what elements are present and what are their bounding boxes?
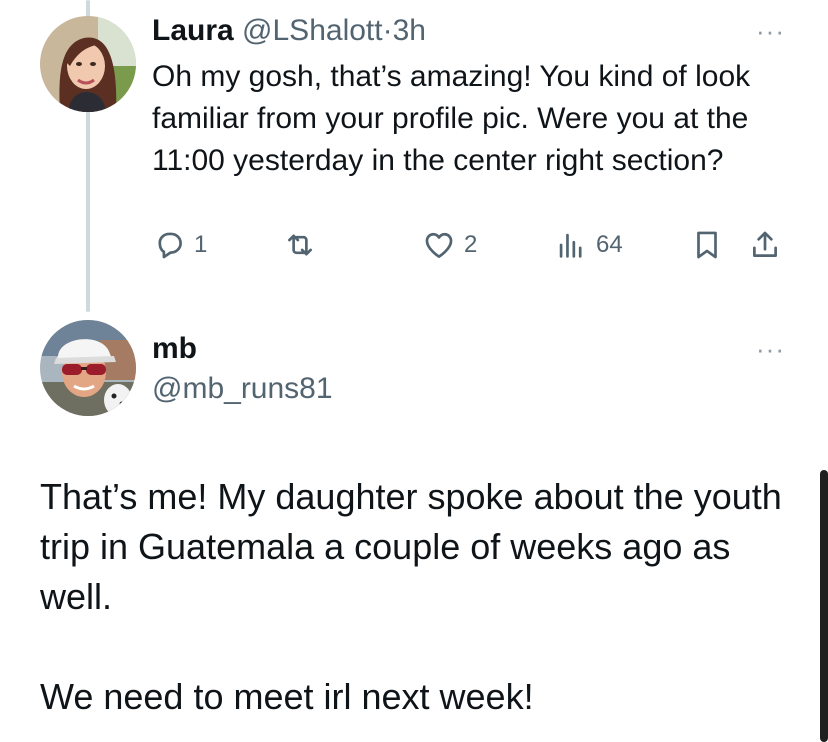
tweet-text: Oh my gosh, that’s amazing! You kind of … [152, 60, 751, 177]
retweet-icon [282, 228, 318, 262]
tweet-paragraph: That’s me! My daughter spoke about the y… [40, 476, 782, 617]
share-button[interactable] [748, 222, 782, 268]
views-count: 64 [596, 231, 623, 258]
bookmark-icon [690, 228, 724, 262]
author-handle[interactable]: @mb_runs81 [152, 370, 333, 408]
more-icon[interactable]: ··· [756, 336, 785, 362]
avatar[interactable] [40, 320, 136, 416]
scrollbar[interactable] [820, 470, 828, 742]
tweet-paragraph: We need to meet irl next week! [40, 676, 534, 717]
like-button[interactable]: 2 [422, 222, 477, 268]
reply-count: 1 [194, 231, 208, 258]
avatar-image [40, 320, 136, 416]
tweet-header: Laura @LShalott·3h [152, 12, 426, 50]
author-name[interactable]: Laura [152, 14, 234, 47]
author-handle[interactable]: @LShalott [242, 14, 383, 47]
like-count: 2 [464, 231, 478, 258]
tweet-text: That’s me! My daughter spoke about the y… [40, 472, 800, 722]
more-icon[interactable]: ··· [756, 18, 785, 44]
separator-dot: · [382, 14, 393, 47]
reply-icon [152, 228, 186, 262]
views-button[interactable]: 64 [554, 222, 623, 268]
views-icon [554, 228, 588, 262]
bookmark-button[interactable] [690, 222, 724, 268]
share-icon [748, 228, 782, 262]
heart-icon [422, 228, 456, 262]
author-name[interactable]: mb [152, 330, 197, 368]
tweet-actions: 1 2 64 [152, 222, 792, 268]
avatar-image [40, 16, 136, 112]
reply-button[interactable]: 1 [152, 222, 207, 268]
tweet-timestamp[interactable]: 3h [393, 14, 426, 47]
avatar[interactable] [40, 16, 136, 112]
retweet-button[interactable] [282, 222, 318, 268]
